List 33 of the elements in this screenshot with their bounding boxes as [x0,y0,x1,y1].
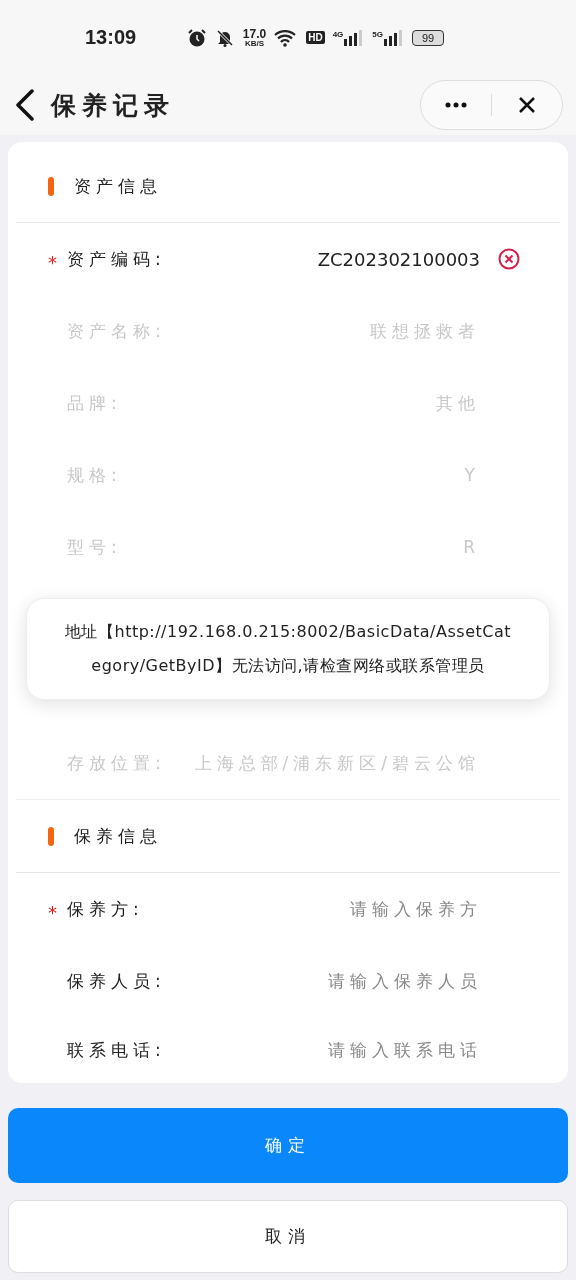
field-label: 联系电话: [67,1038,166,1062]
input-field[interactable]: ZC202302100003 [250,248,480,270]
required-mark: * [48,900,58,923]
back-icon[interactable] [15,89,35,121]
section-marker [48,176,54,196]
signal-icon [384,29,404,46]
status-time: 13:09 [85,26,137,49]
battery-indicator: 99 [412,29,444,46]
more-icon[interactable] [445,102,467,108]
section-marker [48,826,54,846]
confirm-button[interactable]: 确定 [8,1108,568,1183]
input-field[interactable]: 请输入保养人员 [222,971,482,991]
error-toast: 地址【http://192.168.0.215:8002/BasicData/AssetCategory/GetByID】无法访问,请检查网络或联系管理员 [26,598,550,700]
signal-icon [344,29,365,46]
hd-badge: HD [306,31,325,44]
page-title: 保养记录 [51,89,175,122]
muted-bell-icon [214,27,235,48]
field-label: 资产编码: [67,247,166,271]
required-mark: * [48,250,58,273]
input-field[interactable]: 请输入联系电话 [222,1040,482,1060]
field-label: 保养方: [67,897,144,921]
speed-value: 17.0 [242,27,267,40]
alarm-icon [186,27,207,48]
network-label: 5G [372,29,383,39]
field-label: 保养人员: [67,969,166,993]
network-label: 4G [332,29,344,39]
input-field[interactable]: 请输入保养方 [222,899,482,919]
clear-icon[interactable] [498,248,520,270]
speed-unit: KB/S [244,39,265,48]
section-title: 资产信息 [74,174,162,198]
section-title: 保养信息 [74,824,162,848]
close-icon[interactable] [517,95,537,115]
cancel-button[interactable]: 取消 [8,1200,568,1273]
